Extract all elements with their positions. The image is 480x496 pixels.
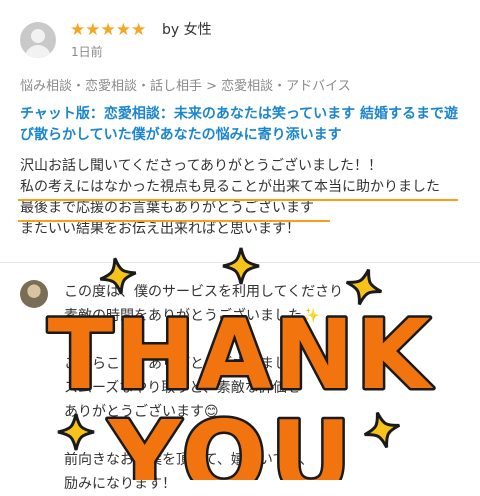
service-category-breadcrumb[interactable]: 悩み相談・恋愛相談・話し相手 > 恋愛相談・アドバイス — [20, 78, 351, 96]
highlight-underline — [18, 199, 458, 201]
seller-reply: この度は、僕のサービスを利用してくださり 素敵の時間をありがとうございました✨ … — [64, 280, 464, 496]
user-avatar-icon — [20, 22, 56, 58]
reply-line: ありがとうございます😊 — [64, 404, 219, 420]
reply-line: この度は、僕のサービスを利用してくださり — [64, 284, 344, 300]
reply-line: こちらこそ、ありがとうございました — [64, 356, 302, 372]
review-body: 沢山お話し聞いてくださってありがとうございました！！ 私の考えにはなかった視点も… — [20, 156, 470, 240]
reply-line: 前向きなお言葉を頂いて、嬉しいです、 — [64, 452, 314, 468]
reviewer-label: by 女性 — [162, 22, 212, 38]
review-line: 沢山お話し聞いてくださってありがとうございました！！ — [20, 158, 383, 174]
star-rating: ★★★★★ — [70, 20, 147, 40]
highlight-underline — [18, 220, 330, 222]
review-line: 私の考えにはなかった視点も見ることが出来て本当に助かりました — [20, 179, 440, 195]
reply-line: 素敵の時間をありがとうございました✨ — [64, 308, 320, 324]
reply-line: 励みになります！ — [64, 476, 176, 492]
seller-avatar-icon — [20, 280, 48, 308]
reply-line: スムーズなやり取りと、素敵な評価を — [64, 380, 301, 396]
service-title-link[interactable]: チャット版：恋愛相談：未来のあなたは笑っています 結婚するまで遊び散らかしていた… — [20, 104, 468, 146]
divider — [0, 262, 480, 263]
review-line: またいい結果をお伝え出来ればと思います！ — [20, 221, 300, 237]
review-date: 1日前 — [71, 45, 103, 59]
review-line: 最後まで応援のお言葉もありがとうございます — [20, 200, 314, 216]
